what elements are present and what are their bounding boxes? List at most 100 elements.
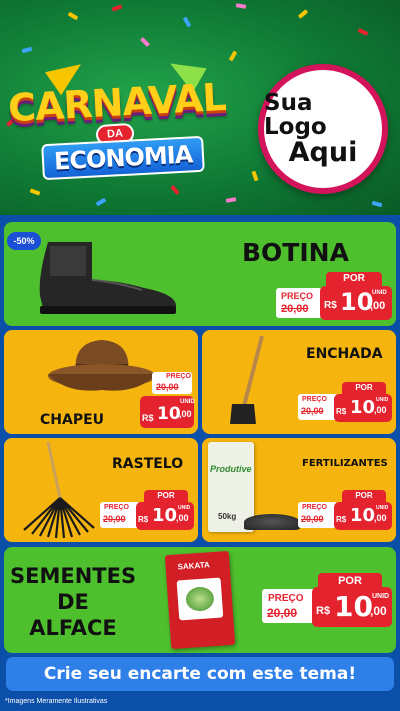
unit-label: UNID — [376, 397, 389, 403]
confetti — [225, 197, 237, 203]
confetti — [140, 37, 150, 47]
old-price: 20,00 — [267, 606, 298, 620]
new-price-int: 10 — [334, 590, 373, 623]
old-price-box: PREÇO 20,00 — [100, 502, 140, 528]
confetti — [228, 50, 238, 62]
product-card-botina[interactable]: BOTINA POR PREÇO 20,00 R$ 10 UNID ,00 — [4, 222, 396, 326]
confetti — [182, 16, 192, 28]
new-price-dec: ,00 — [370, 604, 387, 618]
confetti — [251, 170, 259, 182]
price-tag: POR PREÇO 20,00 R$ 10 UNID ,00 — [262, 573, 392, 649]
preco-label: PREÇO — [166, 373, 191, 380]
preco-label: PREÇO — [268, 593, 304, 604]
boot-icon — [39, 242, 176, 314]
old-price: 20,00 — [156, 382, 179, 392]
new-price-dec: ,00 — [374, 405, 387, 415]
new-price-box: R$ 10 UNID ,00 — [136, 502, 194, 530]
logo-placeholder-line1: Sua Logo — [264, 89, 327, 140]
unit-label: UNID — [372, 593, 390, 600]
header-banner: CARNAVAL DA ECONOMIA Sua Logo Aqui — [0, 0, 400, 215]
price-tag: POR PREÇO 20,00 R$ 10 UNID ,00 — [298, 382, 394, 432]
cta-banner[interactable]: Crie seu encarte com este tema! — [6, 657, 394, 691]
confetti — [297, 9, 309, 19]
bag-weight: 50kg — [218, 512, 237, 521]
store-logo-placeholder[interactable]: Sua Logo Aqui — [258, 64, 388, 194]
new-price-box: R$ 10 UNID ,00 — [334, 502, 392, 530]
product-card-chapeu[interactable]: CHAPEU PREÇO 20,00 UNID R$ 10 ,00 — [4, 330, 198, 434]
product-name: RASTELO — [112, 456, 184, 472]
product-name-line3: ALFACE — [29, 616, 117, 640]
rake-icon — [23, 441, 95, 539]
new-price-int: 10 — [340, 288, 374, 316]
confetti — [67, 11, 79, 21]
confetti — [95, 197, 107, 207]
new-price-int: 10 — [350, 505, 376, 526]
preco-label: PREÇO — [104, 504, 129, 511]
por-label: POR — [342, 490, 386, 502]
product-card-enchada[interactable]: ENCHADA POR PREÇO 20,00 R$ 10 UNID ,00 — [202, 330, 396, 434]
price-tag: POR PREÇO 20,00 R$ 10 UNID ,00 — [298, 490, 394, 540]
disclaimer: *Imagens Meramente Ilustrativas — [5, 698, 108, 705]
currency: R$ — [138, 515, 149, 524]
confetti — [29, 188, 41, 196]
preco-label: PREÇO — [302, 504, 327, 511]
currency: R$ — [316, 605, 331, 617]
campaign-logo: CARNAVAL DA ECONOMIA — [7, 70, 248, 181]
confetti — [170, 184, 180, 196]
por-label: POR — [144, 490, 188, 502]
product-name-line1: SEMENTES — [10, 564, 137, 588]
new-price-int: 10 — [350, 397, 376, 418]
product-card-rastelo[interactable]: RASTELO POR PREÇO 20,00 R$ 10 UNID ,00 — [4, 438, 198, 542]
preco-label: PREÇO — [281, 291, 314, 301]
discount-badge: -50% — [7, 232, 41, 250]
new-price-dec: ,00 — [179, 409, 192, 419]
product-card-sementes[interactable]: SEMENTES DE ALFACE SAKATA POR PREÇO 20,0… — [4, 547, 396, 653]
confetti — [371, 200, 383, 208]
new-price-int: 10 — [152, 505, 178, 526]
confetti — [235, 3, 247, 9]
new-price-box: R$ 10 UNID ,00 — [334, 394, 392, 422]
seed-name-block: SEMENTES DE ALFACE — [10, 563, 136, 641]
new-price-dec: ,00 — [370, 300, 386, 312]
old-price: 20,00 — [103, 514, 126, 524]
old-price-box: PREÇO 20,00 — [298, 394, 338, 420]
currency: R$ — [336, 407, 347, 416]
preco-label: PREÇO — [302, 396, 327, 403]
hat-icon — [48, 340, 156, 391]
lettuce-image — [176, 577, 224, 621]
new-price-dec: ,00 — [374, 513, 387, 523]
old-price-box: PREÇO 20,00 — [152, 372, 192, 394]
unit-label: UNID — [372, 290, 387, 296]
old-price-box: PREÇO 20,00 — [276, 288, 322, 318]
product-name: BOTINA — [242, 238, 349, 267]
product-name: FERTILIZANTES — [302, 458, 388, 469]
product-name: ENCHADA — [306, 346, 383, 362]
confetti — [357, 28, 369, 36]
old-price: 20,00 — [281, 303, 309, 315]
currency: R$ — [324, 300, 337, 311]
hoe-icon — [230, 335, 264, 424]
unit-label: UNID — [376, 505, 389, 511]
new-price-box: UNID R$ 10 ,00 — [140, 396, 195, 428]
campaign-title-line1: CARNAVAL — [7, 74, 227, 131]
product-card-fertilizantes[interactable]: Produtive 50kg FERTILIZANTES POR PREÇO 2… — [202, 438, 396, 542]
bag-brand: Produtive — [210, 464, 252, 474]
product-name-line2: DE — [57, 590, 89, 614]
price-tag: POR PREÇO 20,00 R$ 10 UNID ,00 — [276, 272, 392, 322]
old-price-box: PREÇO 20,00 — [262, 589, 316, 623]
packet-brand: SAKATA — [177, 560, 211, 572]
currency: R$ — [336, 515, 347, 524]
new-price-int: 10 — [157, 404, 181, 424]
confetti — [111, 4, 123, 12]
new-price-box: R$ 10 UNID ,00 — [312, 587, 392, 627]
por-label: POR — [342, 382, 386, 394]
new-price-dec: ,00 — [176, 513, 189, 523]
new-price-box: R$ 10 UNID ,00 — [320, 286, 392, 320]
old-price-box: PREÇO 20,00 — [298, 502, 338, 528]
price-tag: PREÇO 20,00 UNID R$ 10 ,00 — [140, 372, 196, 432]
fertilizer-pile-icon — [244, 514, 300, 530]
currency: R$ — [142, 413, 154, 423]
confetti — [21, 46, 33, 54]
campaign-title-line2: ECONOMIA — [41, 135, 206, 181]
logo-placeholder-line2: Aqui — [288, 136, 358, 168]
